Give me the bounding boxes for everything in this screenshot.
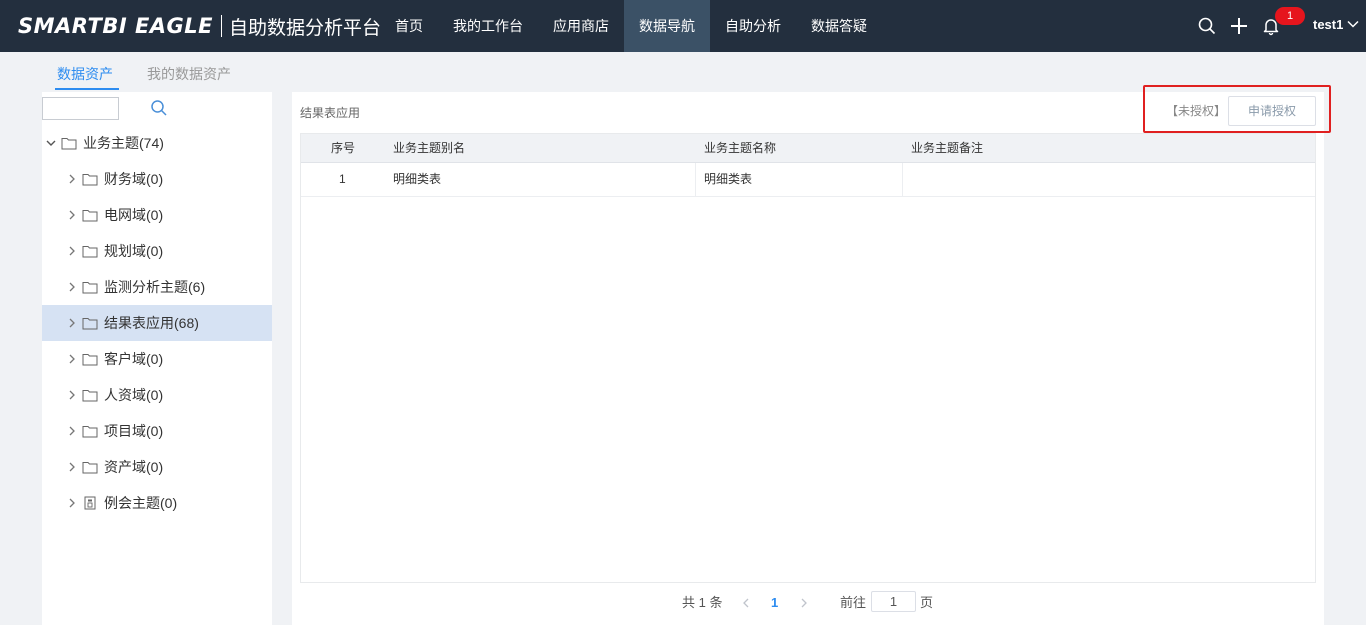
column-header-alias[interactable]: 业务主题别名 bbox=[393, 134, 465, 163]
logo[interactable]: SMARTBI EAGLE 自助数据分析平台 bbox=[18, 12, 381, 40]
tree-item-label: 财务域(0) bbox=[104, 171, 164, 187]
nav-data-qa[interactable]: 数据答疑 bbox=[796, 0, 882, 52]
chevron-right-icon[interactable] bbox=[66, 173, 78, 185]
table-header: 序号 业务主题别名 业务主题名称 业务主题备注 bbox=[301, 134, 1315, 163]
folder-icon bbox=[82, 282, 98, 294]
chevron-right-icon[interactable] bbox=[66, 461, 78, 473]
tree-item-planning[interactable]: 规划域(0) bbox=[42, 233, 272, 269]
tree-item-label: 监测分析主题(6) bbox=[104, 279, 206, 295]
notification-badge[interactable]: 1 bbox=[1275, 7, 1305, 25]
chevron-right-icon[interactable] bbox=[66, 317, 78, 329]
chevron-right-icon[interactable] bbox=[66, 281, 78, 293]
folder-icon bbox=[82, 390, 98, 402]
tree-item-label: 人资域(0) bbox=[104, 387, 164, 403]
tree-item-label: 电网域(0) bbox=[104, 207, 164, 223]
data-table: 序号 业务主题别名 业务主题名称 业务主题备注 1 明细类表 明细类表 bbox=[300, 133, 1316, 583]
chevron-down-icon[interactable] bbox=[45, 137, 57, 149]
unauthorized-label: 【未授权】 bbox=[1166, 104, 1227, 118]
tree-item-label: 资产域(0) bbox=[104, 459, 164, 475]
tab-data-assets[interactable]: 数据资产 bbox=[57, 64, 113, 84]
apply-authorization-button[interactable]: 申请授权 bbox=[1228, 96, 1316, 126]
chevron-left-icon[interactable] bbox=[740, 597, 752, 609]
folder-icon bbox=[61, 138, 77, 150]
tree-item-customer[interactable]: 客户域(0) bbox=[42, 341, 272, 377]
folder-icon bbox=[82, 462, 98, 474]
active-tab-indicator bbox=[55, 88, 119, 90]
folder-icon bbox=[82, 210, 98, 222]
cell-index: 1 bbox=[339, 172, 346, 186]
tree-item-meeting[interactable]: 例会主题(0) bbox=[42, 485, 272, 521]
tree-item-label: 规划域(0) bbox=[104, 243, 164, 259]
tree-item-label: 项目域(0) bbox=[104, 423, 164, 439]
chevron-right-icon[interactable] bbox=[798, 597, 810, 609]
tree-item-asset[interactable]: 资产域(0) bbox=[42, 449, 272, 485]
search-icon[interactable] bbox=[1197, 16, 1217, 36]
logo-divider bbox=[221, 15, 223, 37]
chevron-right-icon[interactable] bbox=[66, 245, 78, 257]
nav-workbench[interactable]: 我的工作台 bbox=[438, 0, 538, 52]
tree-item-result-tables[interactable]: 结果表应用(68) bbox=[42, 305, 272, 341]
tree-item-label: 业务主题(74) bbox=[83, 135, 164, 151]
column-divider bbox=[902, 163, 903, 196]
tab-my-data-assets[interactable]: 我的数据资产 bbox=[147, 64, 231, 84]
pagination-goto-label: 前往 bbox=[840, 595, 867, 610]
nav-home[interactable]: 首页 bbox=[380, 0, 438, 52]
tree-item-label: 例会主题(0) bbox=[104, 495, 178, 511]
plus-icon[interactable] bbox=[1229, 16, 1249, 36]
cell-alias: 明细类表 bbox=[393, 172, 442, 186]
nav-self-analysis[interactable]: 自助分析 bbox=[710, 0, 796, 52]
pagination-total: 共 1 条 bbox=[682, 595, 723, 610]
tree-item-hr[interactable]: 人资域(0) bbox=[42, 377, 272, 413]
nav-data-navigation[interactable]: 数据导航 bbox=[624, 0, 710, 52]
chevron-right-icon[interactable] bbox=[66, 497, 78, 509]
nav-app-store[interactable]: 应用商店 bbox=[538, 0, 624, 52]
document-icon bbox=[84, 496, 96, 510]
cell-name: 明细类表 bbox=[704, 172, 753, 186]
column-header-index[interactable]: 序号 bbox=[331, 134, 355, 163]
pagination-page-suffix: 页 bbox=[920, 595, 934, 610]
tree-item-project[interactable]: 项目域(0) bbox=[42, 413, 272, 449]
tree-item-label: 结果表应用(68) bbox=[104, 315, 199, 331]
tree-root-business-topics[interactable]: 业务主题(74) bbox=[42, 125, 272, 161]
search-input[interactable] bbox=[42, 97, 119, 120]
chevron-right-icon[interactable] bbox=[66, 389, 78, 401]
tree-item-monitoring[interactable]: 监测分析主题(6) bbox=[42, 269, 272, 305]
main-nav: 首页 我的工作台 应用商店 数据导航 自助分析 数据答疑 bbox=[380, 0, 882, 52]
main-panel: 结果表应用 【未授权】 申请授权 序号 业务主题别名 业务主题名称 业务主题备注… bbox=[292, 85, 1331, 625]
column-divider bbox=[695, 163, 696, 196]
tree-item-finance[interactable]: 财务域(0) bbox=[42, 161, 272, 197]
folder-icon bbox=[82, 246, 98, 258]
sidebar: 业务主题(74) 财务域(0) 电网域(0) 规划域(0) 监测分析主题(6) … bbox=[42, 92, 272, 625]
folder-icon bbox=[82, 354, 98, 366]
folder-icon bbox=[82, 174, 98, 186]
pagination-current-page[interactable]: 1 bbox=[771, 592, 778, 614]
pagination-goto-input[interactable]: 1 bbox=[871, 591, 916, 612]
tree-item-grid[interactable]: 电网域(0) bbox=[42, 197, 272, 233]
folder-icon bbox=[82, 318, 98, 330]
logo-product-name: 自助数据分析平台 bbox=[229, 16, 382, 39]
chevron-right-icon[interactable] bbox=[66, 425, 78, 437]
logo-brand: SMARTBI EAGLE bbox=[18, 14, 214, 38]
column-header-name[interactable]: 业务主题名称 bbox=[704, 134, 776, 163]
search-icon[interactable] bbox=[150, 99, 168, 117]
tree-item-label: 客户域(0) bbox=[104, 351, 164, 367]
table-row[interactable]: 1 明细类表 明细类表 bbox=[301, 163, 1315, 197]
top-bar: SMARTBI EAGLE 自助数据分析平台 首页 我的工作台 应用商店 数据导… bbox=[0, 0, 1366, 52]
chevron-right-icon[interactable] bbox=[66, 353, 78, 365]
chevron-right-icon[interactable] bbox=[66, 209, 78, 221]
username[interactable]: test1 bbox=[1313, 17, 1343, 32]
chevron-down-icon[interactable] bbox=[1346, 17, 1360, 31]
folder-icon bbox=[82, 426, 98, 438]
breadcrumb: 结果表应用 bbox=[300, 106, 361, 120]
column-header-remark[interactable]: 业务主题备注 bbox=[911, 134, 983, 163]
